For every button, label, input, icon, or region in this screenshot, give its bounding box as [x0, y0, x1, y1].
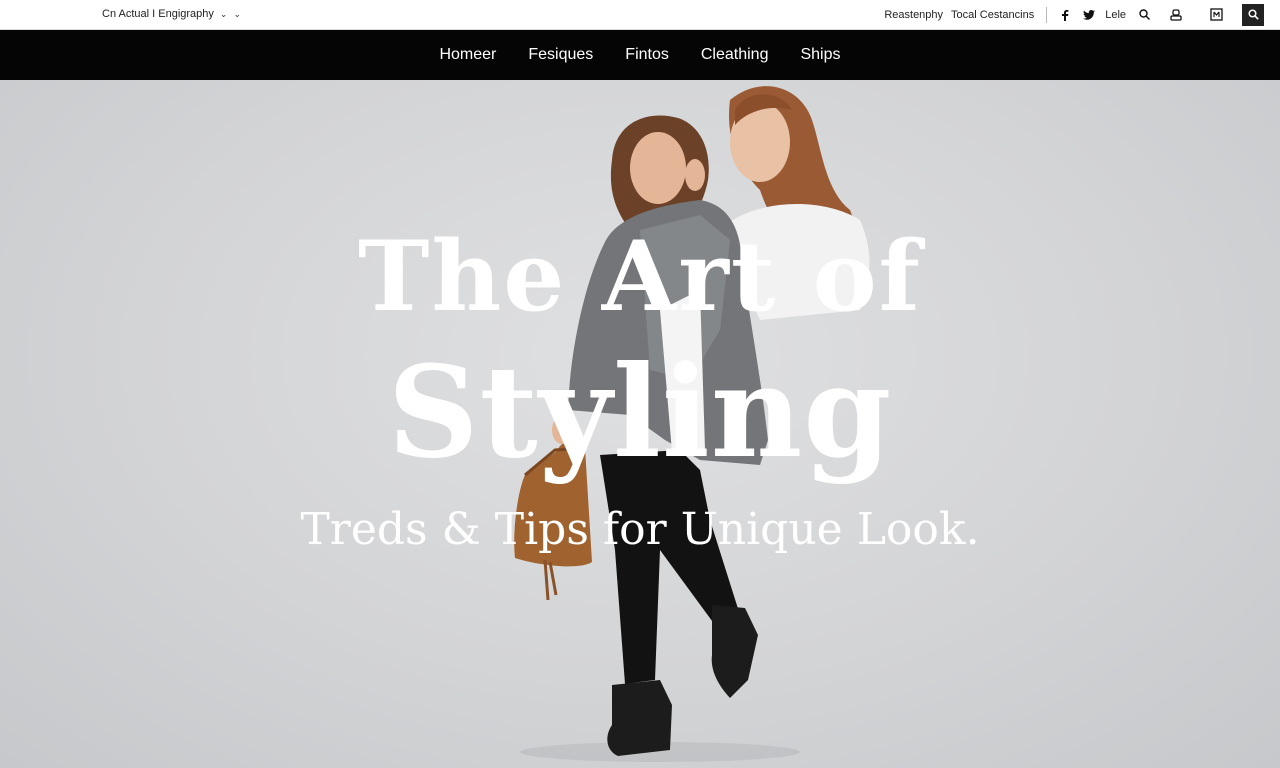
user-icon[interactable]	[1168, 7, 1184, 23]
search-icon[interactable]	[1136, 7, 1152, 23]
language-selector-label: Cn Actual I Engigraphy	[102, 8, 214, 20]
search-icon	[1247, 9, 1259, 20]
language-selector[interactable]: Cn Actual I Engigraphy ⌄ ⌄	[102, 6, 241, 22]
hero-title-line1: The Art of	[358, 220, 922, 333]
nav-item-ships[interactable]: Ships	[800, 46, 840, 64]
twitter-icon[interactable]	[1081, 7, 1097, 23]
divider	[1046, 6, 1048, 23]
nav-item-clothing[interactable]: Cleathing	[701, 46, 769, 64]
chevron-down-icon: ⌄	[233, 8, 241, 19]
hero-banner: The Art of Styling Treds & Tips for Uniq…	[0, 80, 1280, 768]
social-label[interactable]: Lele	[1105, 9, 1126, 21]
nav-item-fesiques[interactable]: Fesiques	[528, 46, 593, 64]
utility-link-1[interactable]: Reastenphy	[884, 9, 943, 21]
nav-item-fintos[interactable]: Fintos	[625, 46, 669, 64]
utility-link-2[interactable]: Tocal Cestancins	[951, 9, 1034, 21]
hero-title-line2: Styling	[387, 338, 893, 486]
utility-bar: Cn Actual I Engigraphy ⌄ ⌄ Reastenphy To…	[0, 0, 1280, 30]
bag-icon[interactable]	[1208, 7, 1224, 23]
main-navigation: Homeer Fesiques Fintos Cleathing Ships	[0, 30, 1280, 80]
hero-subtitle: Treds & Tips for Unique Look.	[300, 504, 980, 555]
nav-item-home[interactable]: Homeer	[439, 46, 496, 64]
search-button[interactable]	[1242, 3, 1264, 26]
chevron-down-icon: ⌄	[219, 8, 228, 19]
facebook-icon[interactable]	[1057, 7, 1073, 23]
utility-right-group: Reastenphy Tocal Cestancins Lele	[884, 0, 1280, 29]
